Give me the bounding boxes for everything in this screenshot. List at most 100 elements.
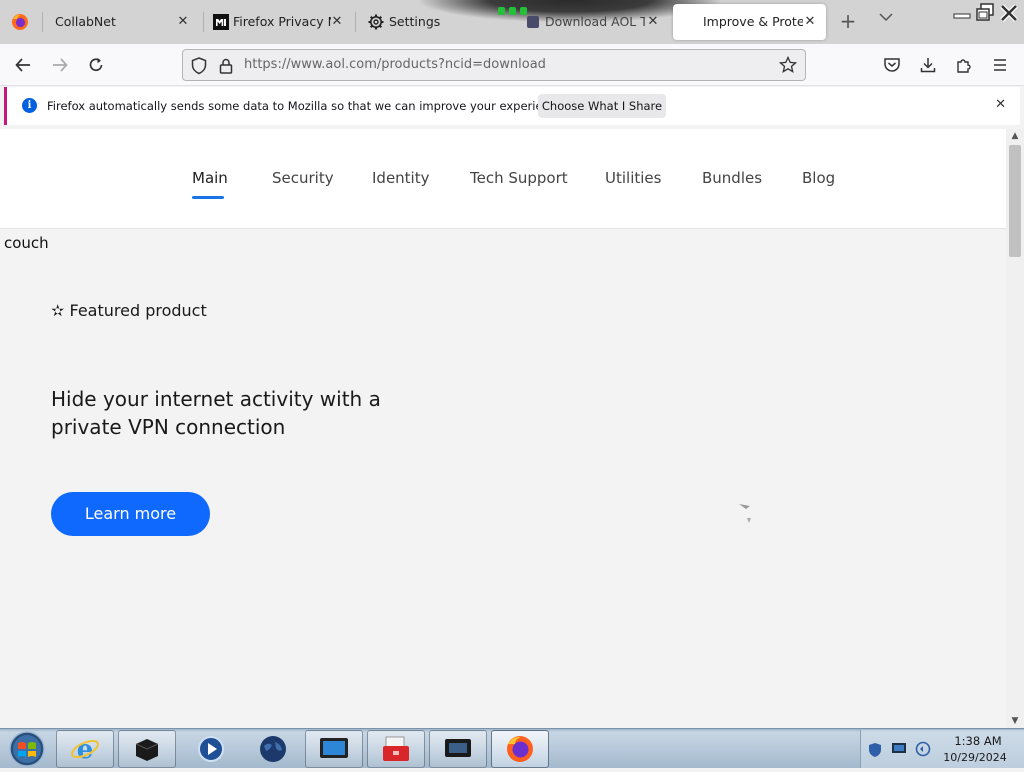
tab-download-aol[interactable]: Download AOL To ✕ [519, 4, 667, 40]
downloads-button[interactable] [915, 53, 941, 77]
tab-label: Improve & Protect [703, 14, 803, 29]
tab-collabnet[interactable]: CollabNet ✕ [44, 4, 199, 40]
reload-button[interactable] [83, 53, 109, 77]
reload-icon [89, 58, 103, 72]
nav-blog[interactable]: Blog [802, 169, 835, 187]
nav-security[interactable]: Security [272, 169, 334, 187]
taskbar-terminal-box[interactable] [118, 730, 176, 768]
taskbar-toolbox[interactable] [367, 730, 425, 768]
restore-button[interactable] [974, 2, 996, 24]
minimize-button[interactable] [951, 2, 973, 24]
app-menu-button[interactable] [987, 53, 1013, 77]
back-button[interactable] [10, 53, 36, 77]
pocket-icon [884, 58, 900, 72]
minimize-icon [953, 13, 971, 19]
taskbar-media-player[interactable] [182, 730, 240, 768]
tab-separator [42, 12, 43, 32]
tab-close-button[interactable]: ✕ [802, 14, 818, 30]
tab-separator [203, 12, 204, 32]
nav-bundles[interactable]: Bundles [702, 169, 762, 187]
extensions-button[interactable] [951, 53, 977, 77]
firefox-icon [12, 14, 28, 30]
svg-text:e: e [77, 735, 94, 764]
stray-text: couch [4, 234, 49, 252]
gear-icon [368, 14, 384, 30]
vertical-scrollbar[interactable]: ▲ ▼ [1006, 129, 1024, 728]
hamburger-menu-icon [994, 59, 1006, 71]
tab-strip: CollabNet ✕ Firefox Privacy Not ✕ Settin… [0, 0, 1024, 44]
scrollbar-thumb[interactable] [1009, 145, 1021, 257]
new-tab-button[interactable]: + [836, 10, 860, 34]
clock-time[interactable]: 1:38 AM [948, 734, 1008, 748]
tab-firefox-privacy[interactable]: Firefox Privacy Not ✕ [205, 4, 351, 40]
firefox-icon [507, 736, 533, 762]
monitor-icon [320, 738, 348, 758]
nav-utilities[interactable]: Utilities [605, 169, 661, 187]
windows-start-orb-icon [9, 731, 45, 767]
taskbar-firefox[interactable] [491, 730, 549, 768]
tab-close-button[interactable]: ✕ [645, 14, 661, 30]
download-icon [920, 58, 936, 73]
tab-close-button[interactable]: ✕ [329, 14, 345, 30]
nav-main[interactable]: Main [192, 169, 228, 187]
url-bar[interactable]: https://www.aol.com/products?ncid=downlo… [182, 49, 806, 81]
taskbar-globe[interactable] [244, 730, 302, 768]
close-icon[interactable]: ✕ [995, 97, 1006, 112]
tab-close-button[interactable]: ✕ [175, 14, 191, 30]
windows-taskbar: e 1:38 AM 10/29/2024 [0, 728, 1024, 768]
forward-button[interactable] [47, 53, 73, 77]
lock-icon[interactable] [219, 58, 233, 74]
shield-tray-icon[interactable] [868, 742, 882, 758]
taskbar-monitor[interactable] [305, 730, 363, 768]
tab-settings[interactable]: Settings [359, 4, 515, 40]
site-navigation: Main Security Identity Tech Support Util… [0, 129, 1006, 229]
nav-tech-support[interactable]: Tech Support [470, 169, 568, 187]
tab-firefox-home[interactable] [0, 4, 40, 40]
notification-text: Firefox automatically sends some data to… [47, 99, 567, 113]
toolbox-icon [383, 736, 409, 761]
shield-icon[interactable] [191, 57, 207, 75]
taskbar-display-app[interactable] [429, 730, 487, 768]
tab-label: Settings [389, 14, 441, 29]
taskbar-internet-explorer[interactable]: e [56, 730, 114, 768]
info-icon: i [22, 98, 37, 113]
mozilla-m-icon [213, 14, 229, 30]
page-content: Main Security Identity Tech Support Util… [0, 129, 1006, 728]
clock-date[interactable]: 10/29/2024 [942, 751, 1008, 764]
nav-identity[interactable]: Identity [372, 169, 430, 187]
scroll-up-icon[interactable]: ▲ [1010, 131, 1020, 141]
scroll-down-icon[interactable]: ▼ [1010, 716, 1020, 726]
start-button[interactable] [4, 730, 50, 768]
star-icon[interactable] [779, 56, 797, 74]
globe-icon [260, 736, 286, 762]
active-nav-underline [192, 196, 224, 199]
choose-what-i-share-button[interactable]: Choose What I Share [538, 94, 666, 118]
tab-improve-protect[interactable]: Improve & Protect ✕ [673, 4, 826, 40]
list-all-tabs-button[interactable] [874, 11, 898, 33]
puzzle-icon [957, 59, 971, 73]
tab-label: Firefox Privacy Not [233, 14, 331, 29]
tab-label: CollabNet [55, 14, 116, 29]
url-text[interactable]: https://www.aol.com/products?ncid=downlo… [244, 57, 546, 72]
page-icon [527, 16, 539, 28]
data-reporting-notification: i Firefox automatically sends some data … [4, 87, 1020, 125]
restore-icon [976, 3, 994, 21]
media-player-icon [198, 736, 224, 762]
learn-more-button[interactable]: Learn more [51, 492, 210, 536]
arrow-right-icon [53, 58, 68, 72]
chevron-down-icon [879, 13, 893, 22]
tab-separator [355, 12, 356, 32]
pocket-button[interactable] [879, 53, 905, 77]
featured-product-label: ✫ Featured product [51, 301, 207, 320]
network-tray-icon[interactable] [891, 742, 907, 756]
black-box-icon [135, 739, 159, 761]
volume-tray-icon[interactable] [915, 741, 931, 757]
internet-explorer-icon: e [71, 735, 99, 764]
close-icon [1000, 4, 1018, 22]
close-window-button[interactable] [998, 2, 1020, 24]
display-app-icon [445, 739, 471, 757]
arrow-left-icon [15, 58, 30, 72]
tab-label: Download AOL To [545, 14, 645, 29]
loading-spinner-icon [739, 504, 751, 523]
hero-headline: Hide your internet activity with a priva… [51, 387, 381, 439]
